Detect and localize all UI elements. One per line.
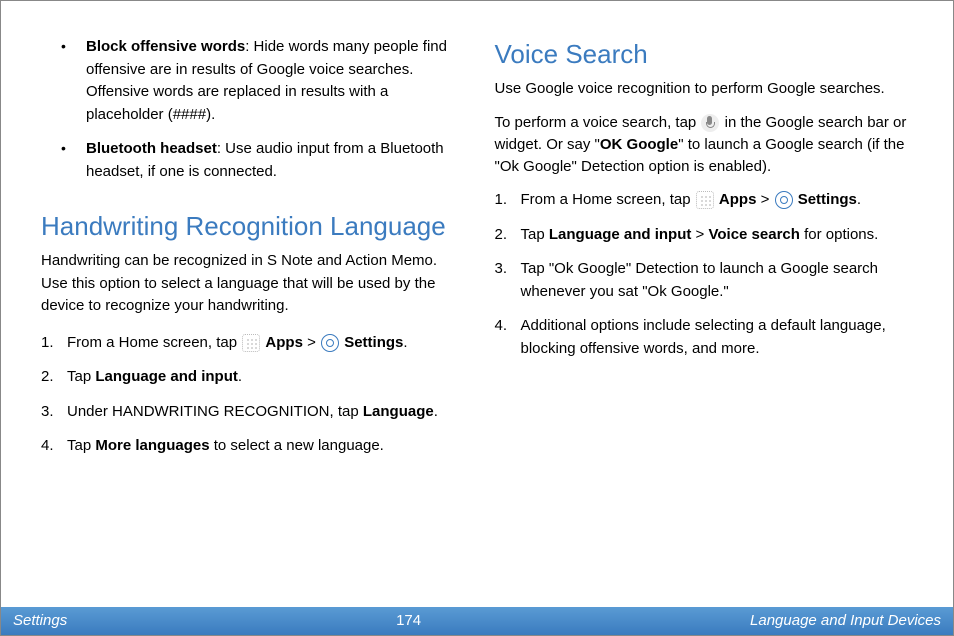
list-item: 1. From a Home screen, tap Apps > Settin… <box>41 332 460 355</box>
step-num: 1. <box>41 332 67 355</box>
step-num: 4. <box>495 315 521 360</box>
steps-list: 1. From a Home screen, tap Apps > Settin… <box>41 332 460 458</box>
step-text: Tap Language and input. <box>67 366 460 389</box>
section-heading-handwriting: Handwriting Recognition Language <box>41 208 460 244</box>
bullet-icon: • <box>61 138 86 183</box>
bullet-icon: • <box>61 36 86 126</box>
intro-text: Use Google voice recognition to perform … <box>495 78 914 100</box>
footer-left: Settings <box>13 610 67 633</box>
step-text: Additional options include selecting a d… <box>521 315 914 360</box>
list-item: 2. Tap Language and input. <box>41 366 460 389</box>
step-num: 3. <box>495 258 521 303</box>
intro-text: Handwriting can be recognized in S Note … <box>41 250 460 318</box>
list-item: 1. From a Home screen, tap Apps > Settin… <box>495 189 914 212</box>
apps-icon <box>242 334 260 352</box>
apps-icon <box>696 191 714 209</box>
apps-label: Apps <box>265 334 303 351</box>
step-text: From a Home screen, tap Apps > Settings. <box>521 189 914 212</box>
step-text: Tap "Ok Google" Detection to launch a Go… <box>521 258 914 303</box>
bullet-list: • Block offensive words: Hide words many… <box>41 36 460 183</box>
apps-label: Apps <box>719 191 757 208</box>
step-num: 3. <box>41 401 67 424</box>
settings-label: Settings <box>344 334 403 351</box>
voice-instructions: To perform a voice search, tap in the Go… <box>495 112 914 177</box>
bullet-item: • Bluetooth headset: Use audio input fro… <box>41 138 460 183</box>
page-number: 174 <box>396 610 421 633</box>
step-num: 2. <box>41 366 67 389</box>
list-item: 4. Tap More languages to select a new la… <box>41 435 460 458</box>
step-num: 1. <box>495 189 521 212</box>
settings-label: Settings <box>798 191 857 208</box>
list-item: 3. Tap "Ok Google" Detection to launch a… <box>495 258 914 303</box>
step-text: Tap Language and input > Voice search fo… <box>521 224 914 247</box>
settings-icon <box>321 334 339 352</box>
settings-icon <box>775 191 793 209</box>
steps-list: 1. From a Home screen, tap Apps > Settin… <box>495 189 914 360</box>
step-num: 2. <box>495 224 521 247</box>
step-num: 4. <box>41 435 67 458</box>
bullet-text: Bluetooth headset: Use audio input from … <box>86 138 460 183</box>
step-text: Tap More languages to select a new langu… <box>67 435 460 458</box>
right-column: Voice Search Use Google voice recognitio… <box>495 36 914 470</box>
list-item: 2. Tap Language and input > Voice search… <box>495 224 914 247</box>
page-content: • Block offensive words: Hide words many… <box>1 1 953 470</box>
bullet-text: Block offensive words: Hide words many p… <box>86 36 460 126</box>
mic-icon <box>701 114 719 132</box>
footer-right: Language and Input Devices <box>750 610 941 633</box>
bullet-label: Bluetooth headset <box>86 140 217 157</box>
list-item: 4. Additional options include selecting … <box>495 315 914 360</box>
bullet-label: Block offensive words <box>86 38 245 55</box>
left-column: • Block offensive words: Hide words many… <box>41 36 460 470</box>
step-text: From a Home screen, tap Apps > Settings. <box>67 332 460 355</box>
list-item: 3. Under HANDWRITING RECOGNITION, tap La… <box>41 401 460 424</box>
bullet-item: • Block offensive words: Hide words many… <box>41 36 460 126</box>
page-footer: Settings 174 Language and Input Devices <box>1 607 953 635</box>
section-heading-voice-search: Voice Search <box>495 36 914 72</box>
step-text: Under HANDWRITING RECOGNITION, tap Langu… <box>67 401 460 424</box>
